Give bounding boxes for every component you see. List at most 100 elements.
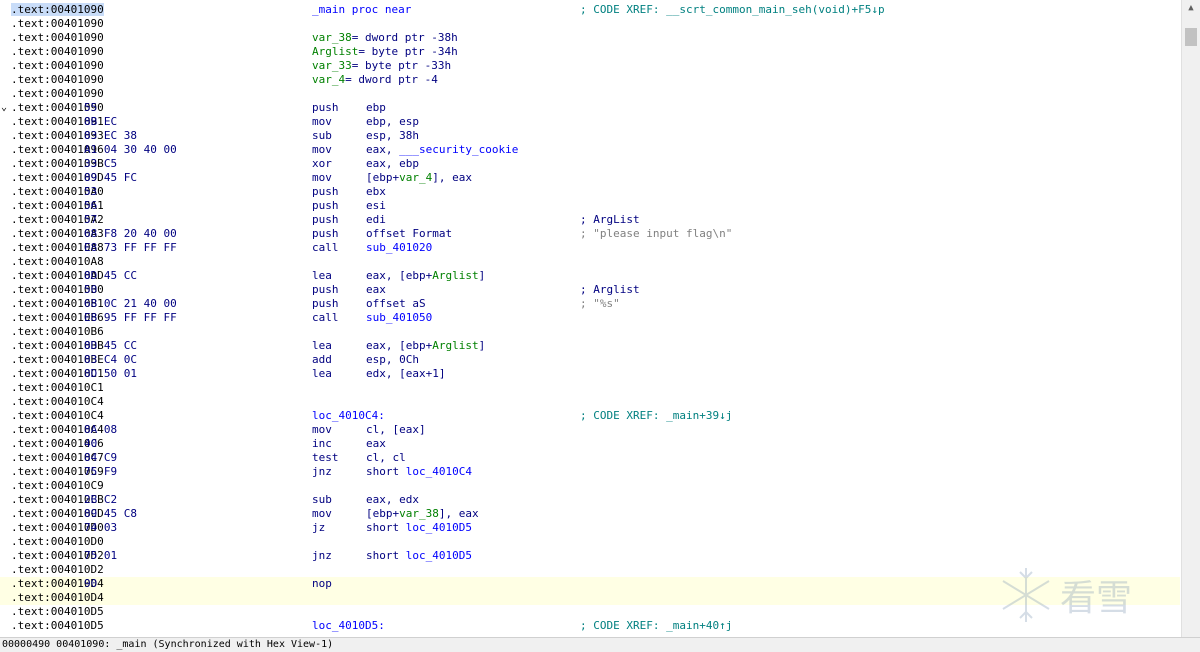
instruction-operands[interactable]: eax bbox=[366, 283, 386, 297]
instruction-operands[interactable]: short loc_4010C4 bbox=[366, 465, 472, 479]
listing-line[interactable]: .text:00401090 Arglist= byte ptr -34h bbox=[0, 45, 1180, 59]
scroll-up-icon[interactable]: ▲ bbox=[1182, 0, 1200, 16]
listing-line[interactable]: .text:00401090 var_38= dword ptr -38h bbox=[0, 31, 1180, 45]
listing-line[interactable]: .text:004010A2 57 push edi; ArgList bbox=[0, 213, 1180, 227]
instruction-operands[interactable]: eax, [ebp+Arglist] bbox=[366, 269, 485, 283]
listing-line[interactable]: .text:004010AD 8D 45 CC lea eax, [ebp+Argli… bbox=[0, 269, 1180, 283]
listing-line[interactable]: .text:004010C4 bbox=[0, 395, 1180, 409]
line-address[interactable]: .text:004010D4 bbox=[11, 591, 104, 605]
instruction-operands[interactable]: edx, [eax+1] bbox=[366, 367, 445, 381]
listing-line[interactable]: .text:004010B1 68 0C 21 40 00 push offset a… bbox=[0, 297, 1180, 311]
instruction-operands[interactable]: eax, ebp bbox=[366, 157, 419, 171]
listing-line[interactable]: .text:00401090 var_4= dword ptr -4 bbox=[0, 73, 1180, 87]
listing-line[interactable]: .text:0040109D 89 45 FC mov [ebp+var_4], ea… bbox=[0, 171, 1180, 185]
address-text[interactable]: .text:004010C1 bbox=[11, 381, 104, 394]
listing-line[interactable]: .text:00401091 8B EC mov ebp, esp bbox=[0, 115, 1180, 129]
listing-line[interactable]: .text:004010CB 2B C2 sub eax, edx bbox=[0, 493, 1180, 507]
listing-line[interactable]: .text:004010BE 83 C4 0C add esp, 0Ch bbox=[0, 353, 1180, 367]
listing-line[interactable]: .text:004010C6 40 inc eax bbox=[0, 437, 1180, 451]
address-text[interactable]: .text:004010C4 bbox=[11, 395, 104, 408]
instruction-operands[interactable]: [ebp+var_38], eax bbox=[366, 507, 479, 521]
listing-line[interactable]: .text:004010A1 56 push esi bbox=[0, 199, 1180, 213]
stack-var-name[interactable]: var_38 bbox=[312, 31, 352, 44]
instruction-operands[interactable]: esp, 38h bbox=[366, 129, 419, 143]
address-text[interactable]: .text:004010D5 bbox=[11, 605, 104, 618]
instruction-operands[interactable]: cl, cl bbox=[366, 451, 406, 465]
line-address[interactable]: .text:00401090 bbox=[11, 59, 104, 73]
line-address[interactable]: .text:004010B6 bbox=[11, 325, 104, 339]
address-text[interactable]: .text:00401090 bbox=[11, 45, 104, 58]
listing-line[interactable]: .text:00401090 bbox=[0, 87, 1180, 101]
listing-line[interactable]: .text:004010BB 8D 45 CC lea eax, [ebp+Argli… bbox=[0, 339, 1180, 353]
code-label[interactable]: loc_4010C4: bbox=[312, 409, 385, 423]
address-text[interactable]: .text:004010D5 bbox=[11, 619, 104, 632]
instruction-operands[interactable]: eax, [ebp+Arglist] bbox=[366, 339, 485, 353]
line-address[interactable]: .text:00401090 bbox=[11, 3, 104, 17]
address-text[interactable]: .text:004010B6 bbox=[11, 325, 104, 338]
listing-line[interactable]: ⌄ .text:00401090 55 push ebp bbox=[0, 101, 1180, 115]
address-text[interactable]: .text:00401090 bbox=[11, 73, 104, 86]
address-text[interactable]: .text:00401090 bbox=[11, 59, 104, 72]
listing-line[interactable]: .text:004010C4 8A 08 mov cl, [eax] bbox=[0, 423, 1180, 437]
collapse-chevron-icon[interactable]: ⌄ bbox=[1, 101, 11, 115]
address-text[interactable]: .text:00401090 bbox=[11, 17, 104, 30]
line-address[interactable]: .text:00401090 bbox=[11, 31, 104, 45]
listing-line[interactable]: .text:004010C1 bbox=[0, 381, 1180, 395]
line-address[interactable]: .text:00401090 bbox=[11, 17, 104, 31]
instruction-operands[interactable]: sub_401050 bbox=[366, 311, 432, 325]
line-address[interactable]: .text:004010C1 bbox=[11, 381, 104, 395]
instruction-operands[interactable]: ebp bbox=[366, 101, 386, 115]
line-address[interactable]: .text:004010C4 bbox=[11, 395, 104, 409]
address-text[interactable]: .text:004010D0 bbox=[11, 535, 104, 548]
line-address[interactable]: .text:004010D2 bbox=[11, 563, 104, 577]
listing-line[interactable]: .text:004010C4 loc_4010C4: ; CODE XREF: _m… bbox=[0, 409, 1180, 423]
listing-line[interactable]: .text:004010B6 bbox=[0, 325, 1180, 339]
listing-line[interactable]: .text:004010B0 50 push eax; Arglist bbox=[0, 283, 1180, 297]
listing-line[interactable]: .text:004010D0 74 03 jz short loc_4010D5 bbox=[0, 521, 1180, 535]
listing-line[interactable]: .text:004010C9 75 F9 jnz short loc_4010C4 bbox=[0, 465, 1180, 479]
instruction-operands[interactable]: short loc_4010D5 bbox=[366, 549, 472, 563]
listing-line[interactable]: .text:004010D0 bbox=[0, 535, 1180, 549]
line-address[interactable]: .text:004010D0 bbox=[11, 535, 104, 549]
line-address[interactable]: .text:004010A8 bbox=[11, 255, 104, 269]
address-text[interactable]: .text:00401090 bbox=[11, 3, 104, 16]
listing-line[interactable]: .text:004010C7 84 C9 test cl, cl bbox=[0, 451, 1180, 465]
line-address[interactable]: .text:004010D5 bbox=[11, 619, 104, 633]
instruction-operands[interactable]: ebp, esp bbox=[366, 115, 419, 129]
line-address[interactable]: .text:00401090 bbox=[11, 87, 104, 101]
line-address[interactable]: .text:004010D5 bbox=[11, 605, 104, 619]
listing-line[interactable]: .text:004010C9 bbox=[0, 479, 1180, 493]
listing-line[interactable]: .text:00401090 _main proc near ; CODE XREF… bbox=[0, 3, 1180, 17]
line-address[interactable]: .text:004010C9 bbox=[11, 479, 104, 493]
stack-var-name[interactable]: var_33 bbox=[312, 59, 352, 72]
proc-label[interactable]: _main proc near bbox=[312, 3, 411, 17]
vertical-scrollbar[interactable]: ▲ bbox=[1181, 0, 1200, 638]
instruction-operands[interactable]: offset Format bbox=[366, 227, 452, 241]
listing-line[interactable]: .text:004010B6 E8 95 FF FF FF call sub_4010… bbox=[0, 311, 1180, 325]
listing-line[interactable]: .text:004010A0 53 push ebx bbox=[0, 185, 1180, 199]
listing-line[interactable]: .text:004010C1 8D 50 01 lea edx, [eax+1] bbox=[0, 367, 1180, 381]
listing-line[interactable]: .text:004010A8 E8 73 FF FF FF call sub_4010… bbox=[0, 241, 1180, 255]
scrollbar-thumb[interactable] bbox=[1185, 28, 1197, 46]
instruction-operands[interactable]: esi bbox=[366, 199, 386, 213]
listing-line[interactable]: .text:0040109B 33 C5 xor eax, ebp bbox=[0, 157, 1180, 171]
line-address[interactable]: .text:00401090 bbox=[11, 73, 104, 87]
instruction-operands[interactable]: eax, edx bbox=[366, 493, 419, 507]
listing-line[interactable]: .text:00401093 83 EC 38 sub esp, 38h bbox=[0, 129, 1180, 143]
instruction-operands[interactable]: eax bbox=[366, 437, 386, 451]
instruction-operands[interactable]: edi bbox=[366, 213, 386, 227]
line-address[interactable]: .text:004010C4 bbox=[11, 409, 104, 423]
listing-line[interactable]: .text:004010A8 bbox=[0, 255, 1180, 269]
listing-line[interactable]: .text:00401090 var_33= byte ptr -33h bbox=[0, 59, 1180, 73]
instruction-operands[interactable]: offset aS bbox=[366, 297, 426, 311]
instruction-operands[interactable]: cl, [eax] bbox=[366, 423, 426, 437]
listing-line[interactable]: .text:004010A3 68 F8 20 40 00 push offset F… bbox=[0, 227, 1180, 241]
address-text[interactable]: .text:004010C4 bbox=[11, 409, 104, 422]
instruction-operands[interactable]: eax, ___security_cookie bbox=[366, 143, 518, 157]
instruction-operands[interactable]: sub_401020 bbox=[366, 241, 432, 255]
instruction-operands[interactable]: esp, 0Ch bbox=[366, 353, 419, 367]
address-text[interactable]: .text:004010D4 bbox=[11, 591, 104, 604]
address-text[interactable]: .text:00401090 bbox=[11, 31, 104, 44]
listing-line[interactable]: .text:004010CD 89 45 C8 mov [ebp+var_38], e… bbox=[0, 507, 1180, 521]
stack-var-name[interactable]: var_4 bbox=[312, 73, 345, 86]
